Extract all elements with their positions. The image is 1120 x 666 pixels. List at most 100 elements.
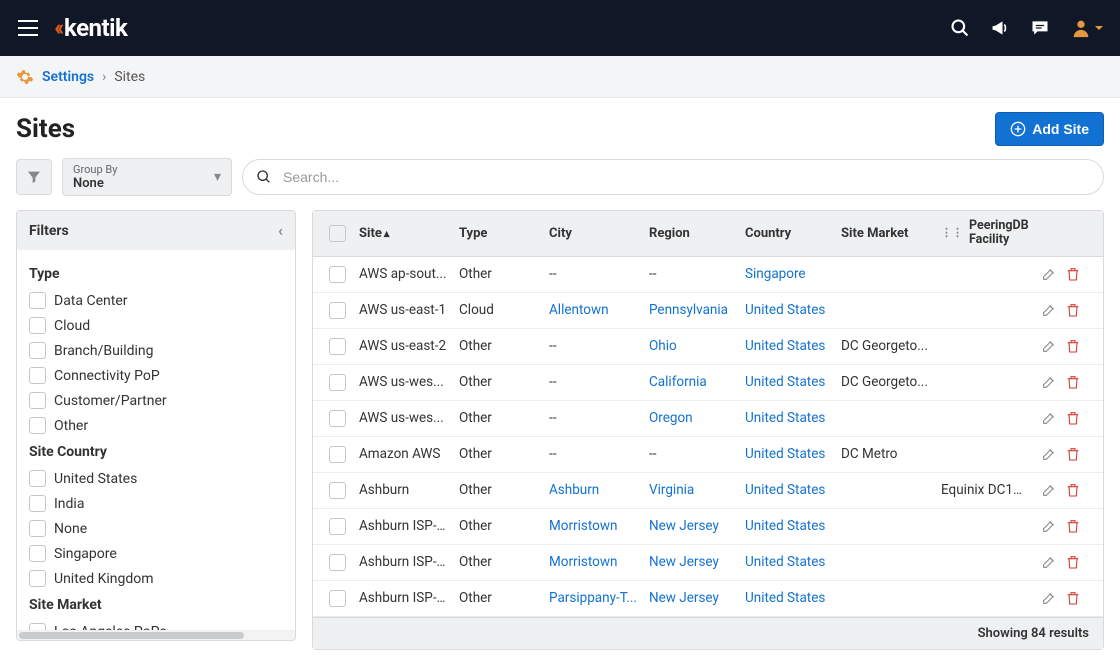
filter-item[interactable]: Other (29, 413, 283, 438)
country-link[interactable]: United States (745, 410, 825, 426)
row-checkbox[interactable] (329, 590, 346, 607)
edit-icon[interactable] (1041, 266, 1057, 282)
edit-icon[interactable] (1041, 446, 1057, 462)
trash-icon[interactable] (1065, 554, 1081, 570)
trash-icon[interactable] (1065, 410, 1081, 426)
country-link[interactable]: Singapore (745, 266, 806, 282)
region-link[interactable]: New Jersey (649, 590, 719, 606)
edit-icon[interactable] (1041, 554, 1057, 570)
search-icon[interactable] (950, 18, 970, 38)
filter-item[interactable]: Data Center (29, 288, 283, 313)
edit-icon[interactable] (1041, 338, 1057, 354)
col-market[interactable]: Site Market (835, 226, 935, 241)
trash-icon[interactable] (1065, 266, 1081, 282)
trash-icon[interactable] (1065, 374, 1081, 390)
add-site-button[interactable]: Add Site (995, 112, 1104, 146)
checkbox[interactable] (29, 317, 46, 334)
checkbox[interactable] (29, 495, 46, 512)
trash-icon[interactable] (1065, 302, 1081, 318)
trash-icon[interactable] (1065, 590, 1081, 606)
user-menu[interactable] (1070, 17, 1104, 39)
edit-icon[interactable] (1041, 302, 1057, 318)
country-link[interactable]: United States (745, 554, 825, 570)
checkbox[interactable] (29, 342, 46, 359)
country-link[interactable]: United States (745, 518, 825, 534)
country-link[interactable]: United States (745, 446, 825, 462)
edit-icon[interactable] (1041, 482, 1057, 498)
country-link[interactable]: United States (745, 302, 825, 318)
col-region[interactable]: Region (643, 226, 739, 241)
row-checkbox[interactable] (329, 482, 346, 499)
col-type[interactable]: Type (453, 226, 543, 241)
checkbox[interactable] (29, 417, 46, 434)
checkbox[interactable] (29, 570, 46, 587)
region-link[interactable]: Virginia (649, 482, 694, 498)
hamburger-menu[interactable] (16, 16, 40, 40)
row-checkbox[interactable] (329, 518, 346, 535)
row-checkbox[interactable] (329, 302, 346, 319)
filter-item[interactable]: Cloud (29, 313, 283, 338)
region-link[interactable]: Oregon (649, 410, 693, 426)
select-all-checkbox[interactable] (323, 225, 353, 242)
country-link[interactable]: United States (745, 338, 825, 354)
country-link[interactable]: United States (745, 374, 825, 390)
city-link[interactable]: Morristown (549, 518, 617, 534)
edit-icon[interactable] (1041, 518, 1057, 534)
checkbox[interactable] (29, 367, 46, 384)
filter-item[interactable]: Branch/Building (29, 338, 283, 363)
trash-icon[interactable] (1065, 338, 1081, 354)
col-site[interactable]: Site▴ (353, 226, 453, 241)
filter-item[interactable]: United Kingdom (29, 566, 283, 591)
filter-item[interactable]: Customer/Partner (29, 388, 283, 413)
row-checkbox[interactable] (329, 410, 346, 427)
checkbox[interactable] (29, 392, 46, 409)
row-checkbox[interactable] (329, 446, 346, 463)
filter-item[interactable]: Singapore (29, 541, 283, 566)
region-link[interactable]: New Jersey (649, 554, 719, 570)
filter-item[interactable]: Connectivity PoP (29, 363, 283, 388)
chat-icon[interactable] (1030, 18, 1050, 38)
country-link[interactable]: United States (745, 590, 825, 606)
city-link[interactable]: Allentown (549, 302, 609, 318)
trash-icon[interactable] (1065, 446, 1081, 462)
edit-icon[interactable] (1041, 410, 1057, 426)
checkbox[interactable] (29, 520, 46, 537)
checkbox[interactable] (29, 623, 46, 630)
filter-toggle-button[interactable] (16, 159, 52, 195)
trash-icon[interactable] (1065, 518, 1081, 534)
city-link[interactable]: Parsippany-T... (549, 590, 637, 606)
col-city[interactable]: City (543, 226, 643, 241)
edit-icon[interactable] (1041, 590, 1057, 606)
filter-item[interactable]: Los Angeles PoPs (29, 619, 283, 630)
search-input[interactable] (242, 159, 1104, 195)
trash-icon[interactable] (1065, 482, 1081, 498)
collapse-filters-button[interactable]: ‹ (278, 221, 283, 240)
country-link[interactable]: United States (745, 482, 825, 498)
city-link[interactable]: Ashburn (549, 482, 599, 498)
groupby-select[interactable]: Group By None ▾ (62, 158, 232, 196)
row-checkbox[interactable] (329, 374, 346, 391)
city-link[interactable]: Morristown (549, 554, 617, 570)
filter-item[interactable]: United States (29, 466, 283, 491)
row-checkbox[interactable] (329, 554, 346, 571)
brand-logo[interactable]: ‹‹ kentik (54, 14, 127, 42)
edit-icon[interactable] (1041, 374, 1057, 390)
filter-item[interactable]: None (29, 516, 283, 541)
checkbox[interactable] (29, 292, 46, 309)
breadcrumb-settings-link[interactable]: Settings (42, 69, 94, 85)
filter-item[interactable]: India (29, 491, 283, 516)
megaphone-icon[interactable] (990, 18, 1010, 38)
checkbox[interactable] (29, 545, 46, 562)
col-country[interactable]: Country (739, 226, 835, 241)
checkbox[interactable] (29, 470, 46, 487)
site-type: Other (453, 374, 543, 390)
filters-hscroll[interactable] (17, 630, 295, 640)
row-checkbox[interactable] (329, 266, 346, 283)
region-link[interactable]: California (649, 374, 707, 390)
row-checkbox[interactable] (329, 338, 346, 355)
region-link[interactable]: New Jersey (649, 518, 719, 534)
region-link[interactable]: Pennsylvania (649, 302, 728, 318)
region-link[interactable]: Ohio (649, 338, 677, 354)
site-type: Other (453, 338, 543, 354)
col-peer[interactable]: ⋮⋮PeeringDB Facility (935, 219, 1031, 248)
